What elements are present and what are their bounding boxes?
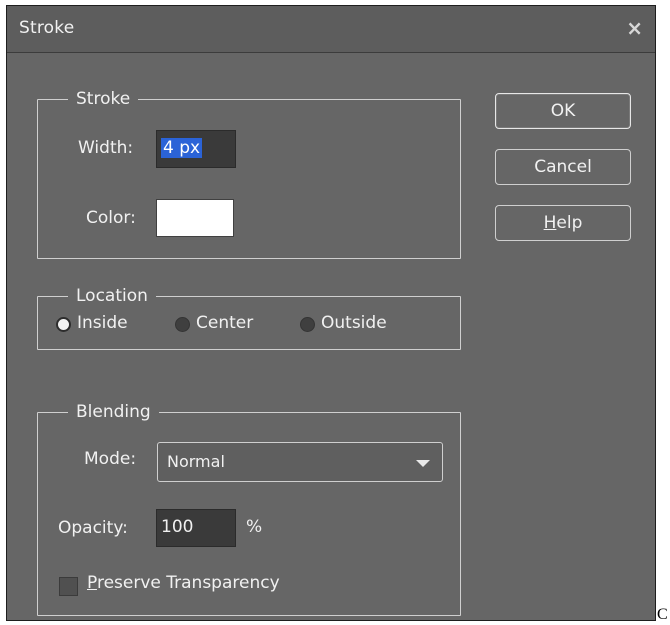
cancel-button[interactable]: Cancel: [495, 149, 631, 185]
location-group: Location Inside Center Outside: [37, 285, 461, 350]
opacity-unit: %: [246, 517, 263, 537]
chevron-down-icon: [416, 460, 430, 467]
mode-value: Normal: [167, 452, 225, 471]
stroke-dialog: Stroke × Stroke Width: 4 px Color: Locat…: [6, 5, 656, 621]
width-input[interactable]: 4 px: [156, 130, 236, 168]
outside-label: Outside: [321, 313, 387, 333]
center-radio[interactable]: [175, 317, 190, 332]
title-bar: Stroke ×: [7, 6, 655, 53]
ok-button[interactable]: OK: [495, 93, 631, 129]
stroke-group: Stroke Width: 4 px Color:: [37, 88, 461, 259]
inside-radio[interactable]: [56, 317, 71, 332]
dialog-title: Stroke: [19, 18, 75, 38]
color-swatch[interactable]: [156, 199, 234, 237]
close-icon[interactable]: ×: [626, 16, 643, 40]
blending-group-title: Blending: [68, 401, 159, 423]
width-label: Width:: [78, 138, 134, 158]
mode-select[interactable]: Normal: [157, 442, 443, 482]
color-label: Color:: [86, 208, 136, 228]
help-button[interactable]: Help: [495, 205, 631, 241]
opacity-input[interactable]: 100: [156, 509, 236, 547]
location-group-title: Location: [68, 285, 156, 307]
preserve-transparency-checkbox[interactable]: [59, 577, 78, 596]
stray-character: C: [657, 606, 668, 623]
preserve-transparency-label[interactable]: Preserve Transparency: [87, 573, 280, 593]
stroke-group-title: Stroke: [68, 88, 139, 110]
blending-group: Blending Mode: Normal Opacity: 100 % Pre…: [37, 401, 461, 616]
opacity-label: Opacity:: [58, 518, 128, 538]
outside-radio[interactable]: [300, 317, 315, 332]
dialog-content: Stroke Width: 4 px Color: Location Insid…: [7, 53, 655, 620]
opacity-value: 100: [161, 517, 194, 537]
width-value: 4 px: [161, 138, 203, 158]
center-label: Center: [196, 313, 254, 333]
inside-label: Inside: [77, 313, 128, 333]
mode-label: Mode:: [84, 449, 137, 469]
